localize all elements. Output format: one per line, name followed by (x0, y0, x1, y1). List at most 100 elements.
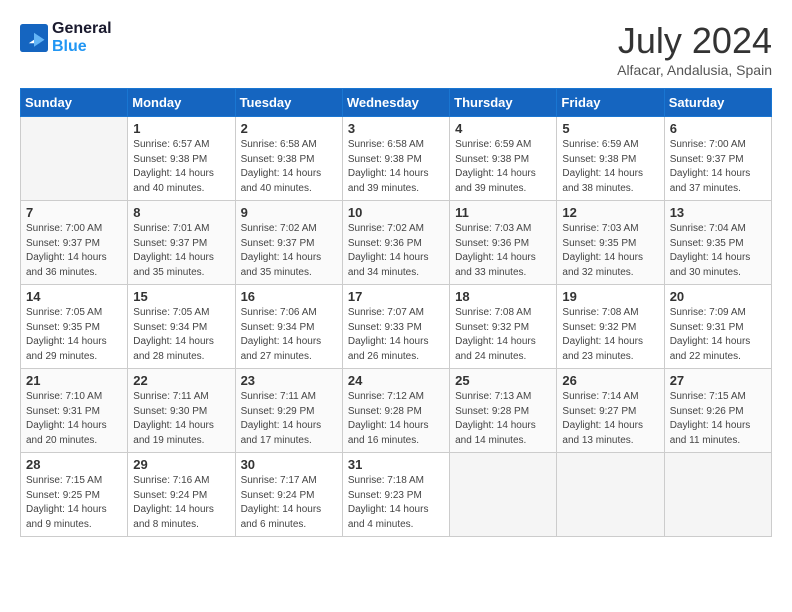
day-info: Sunrise: 7:05 AM Sunset: 9:34 PM Dayligh… (133, 306, 229, 364)
day-info: Sunrise: 7:13 AM Sunset: 9:28 PM Dayligh… (455, 390, 551, 448)
day-info: Sunrise: 7:00 AM Sunset: 9:37 PM Dayligh… (26, 222, 122, 280)
day-info: Sunrise: 7:15 AM Sunset: 9:25 PM Dayligh… (26, 474, 122, 532)
day-info: Sunrise: 7:00 AM Sunset: 9:37 PM Dayligh… (670, 138, 766, 196)
day-info: Sunrise: 7:04 AM Sunset: 9:35 PM Dayligh… (670, 222, 766, 280)
day-number: 3 (348, 121, 444, 136)
day-info: Sunrise: 7:10 AM Sunset: 9:31 PM Dayligh… (26, 390, 122, 448)
day-number: 10 (348, 205, 444, 220)
day-number: 25 (455, 373, 551, 388)
day-number: 16 (241, 289, 337, 304)
calendar-cell: 27 Sunrise: 7:15 AM Sunset: 9:26 PM Dayli… (664, 369, 771, 453)
calendar-cell: 25 Sunrise: 7:13 AM Sunset: 9:28 PM Dayli… (450, 369, 557, 453)
calendar-cell (21, 117, 128, 201)
day-info: Sunrise: 7:01 AM Sunset: 9:37 PM Dayligh… (133, 222, 229, 280)
day-number: 8 (133, 205, 229, 220)
day-info: Sunrise: 7:11 AM Sunset: 9:30 PM Dayligh… (133, 390, 229, 448)
calendar-cell: 17Sunrise: 7:07 AM Sunset: 9:33 PM Dayli… (342, 285, 449, 369)
calendar-cell: 26Sunrise: 7:14 AM Sunset: 9:27 PM Dayli… (557, 369, 664, 453)
calendar-cell: 12 Sunrise: 7:03 AM Sunset: 9:35 PM Dayli… (557, 201, 664, 285)
day-number: 14 (26, 289, 122, 304)
calendar-cell: 19 Sunrise: 7:08 AM Sunset: 9:32 PM Dayli… (557, 285, 664, 369)
calendar-cell (557, 453, 664, 537)
day-number: 1 (133, 121, 229, 136)
day-number: 17 (348, 289, 444, 304)
calendar-cell: 16 Sunrise: 7:06 AM Sunset: 9:34 PM Dayli… (235, 285, 342, 369)
day-info: Sunrise: 7:03 AM Sunset: 9:36 PM Dayligh… (455, 222, 551, 280)
day-number: 26 (562, 373, 658, 388)
day-number: 20 (670, 289, 766, 304)
page-header: General Blue July 2024 Alfacar, Andalusi… (20, 20, 772, 78)
day-info: Sunrise: 7:08 AM Sunset: 9:32 PM Dayligh… (455, 306, 551, 364)
day-number: 13 (670, 205, 766, 220)
day-number: 29 (133, 457, 229, 472)
calendar-cell: 6 Sunrise: 7:00 AM Sunset: 9:37 PM Daylig… (664, 117, 771, 201)
calendar-table: SundayMondayTuesdayWednesdayThursdayFrid… (20, 88, 772, 537)
day-number: 27 (670, 373, 766, 388)
calendar-cell: 5 Sunrise: 6:59 AM Sunset: 9:38 PM Daylig… (557, 117, 664, 201)
day-info: Sunrise: 7:15 AM Sunset: 9:26 PM Dayligh… (670, 390, 766, 448)
calendar-week-row: 7 Sunrise: 7:00 AM Sunset: 9:37 PM Daylig… (21, 201, 772, 285)
calendar-cell: 13 Sunrise: 7:04 AM Sunset: 9:35 PM Dayli… (664, 201, 771, 285)
day-info: Sunrise: 6:58 AM Sunset: 9:38 PM Dayligh… (348, 138, 444, 196)
calendar-cell (664, 453, 771, 537)
calendar-cell: 9Sunrise: 7:02 AM Sunset: 9:37 PM Daylig… (235, 201, 342, 285)
day-number: 12 (562, 205, 658, 220)
day-info: Sunrise: 6:59 AM Sunset: 9:38 PM Dayligh… (455, 138, 551, 196)
calendar-cell: 4 Sunrise: 6:59 AM Sunset: 9:38 PM Daylig… (450, 117, 557, 201)
day-number: 2 (241, 121, 337, 136)
location-subtitle: Alfacar, Andalusia, Spain (617, 62, 772, 78)
calendar-cell: 8 Sunrise: 7:01 AM Sunset: 9:37 PM Daylig… (128, 201, 235, 285)
day-info: Sunrise: 6:58 AM Sunset: 9:38 PM Dayligh… (241, 138, 337, 196)
day-info: Sunrise: 7:18 AM Sunset: 9:23 PM Dayligh… (348, 474, 444, 532)
day-info: Sunrise: 7:05 AM Sunset: 9:35 PM Dayligh… (26, 306, 122, 364)
calendar-cell: 23 Sunrise: 7:11 AM Sunset: 9:29 PM Dayli… (235, 369, 342, 453)
day-number: 22 (133, 373, 229, 388)
calendar-cell: 20 Sunrise: 7:09 AM Sunset: 9:31 PM Dayli… (664, 285, 771, 369)
calendar-cell: 2 Sunrise: 6:58 AM Sunset: 9:38 PM Daylig… (235, 117, 342, 201)
calendar-day-header: Thursday (450, 89, 557, 117)
day-number: 28 (26, 457, 122, 472)
day-info: Sunrise: 6:59 AM Sunset: 9:38 PM Dayligh… (562, 138, 658, 196)
day-info: Sunrise: 7:09 AM Sunset: 9:31 PM Dayligh… (670, 306, 766, 364)
day-info: Sunrise: 7:03 AM Sunset: 9:35 PM Dayligh… (562, 222, 658, 280)
calendar-cell: 21 Sunrise: 7:10 AM Sunset: 9:31 PM Dayli… (21, 369, 128, 453)
calendar-day-header: Sunday (21, 89, 128, 117)
calendar-week-row: 21 Sunrise: 7:10 AM Sunset: 9:31 PM Dayli… (21, 369, 772, 453)
logo-text-blue: Blue (52, 38, 112, 56)
day-number: 4 (455, 121, 551, 136)
calendar-week-row: 1 Sunrise: 6:57 AM Sunset: 9:38 PM Daylig… (21, 117, 772, 201)
calendar-day-header: Tuesday (235, 89, 342, 117)
day-number: 31 (348, 457, 444, 472)
calendar-body: 1 Sunrise: 6:57 AM Sunset: 9:38 PM Daylig… (21, 117, 772, 537)
calendar-cell: 3 Sunrise: 6:58 AM Sunset: 9:38 PM Daylig… (342, 117, 449, 201)
day-number: 21 (26, 373, 122, 388)
calendar-week-row: 28 Sunrise: 7:15 AM Sunset: 9:25 PM Dayli… (21, 453, 772, 537)
logo: General Blue (20, 20, 112, 55)
day-number: 9 (241, 205, 337, 220)
day-info: Sunrise: 7:08 AM Sunset: 9:32 PM Dayligh… (562, 306, 658, 364)
calendar-day-header: Saturday (664, 89, 771, 117)
day-number: 19 (562, 289, 658, 304)
day-number: 5 (562, 121, 658, 136)
day-number: 15 (133, 289, 229, 304)
day-info: Sunrise: 6:57 AM Sunset: 9:38 PM Dayligh… (133, 138, 229, 196)
calendar-day-header: Friday (557, 89, 664, 117)
calendar-day-header: Monday (128, 89, 235, 117)
day-info: Sunrise: 7:06 AM Sunset: 9:34 PM Dayligh… (241, 306, 337, 364)
day-number: 11 (455, 205, 551, 220)
calendar-header-row: SundayMondayTuesdayWednesdayThursdayFrid… (21, 89, 772, 117)
logo-text-general: General (52, 20, 112, 38)
month-year-title: July 2024 (617, 20, 772, 62)
calendar-cell: 24Sunrise: 7:12 AM Sunset: 9:28 PM Dayli… (342, 369, 449, 453)
day-number: 6 (670, 121, 766, 136)
calendar-cell: 18Sunrise: 7:08 AM Sunset: 9:32 PM Dayli… (450, 285, 557, 369)
day-number: 7 (26, 205, 122, 220)
day-info: Sunrise: 7:17 AM Sunset: 9:24 PM Dayligh… (241, 474, 337, 532)
calendar-cell: 7 Sunrise: 7:00 AM Sunset: 9:37 PM Daylig… (21, 201, 128, 285)
day-number: 24 (348, 373, 444, 388)
logo-icon (20, 24, 48, 52)
calendar-cell: 31 Sunrise: 7:18 AM Sunset: 9:23 PM Dayli… (342, 453, 449, 537)
day-number: 23 (241, 373, 337, 388)
day-info: Sunrise: 7:11 AM Sunset: 9:29 PM Dayligh… (241, 390, 337, 448)
day-number: 30 (241, 457, 337, 472)
